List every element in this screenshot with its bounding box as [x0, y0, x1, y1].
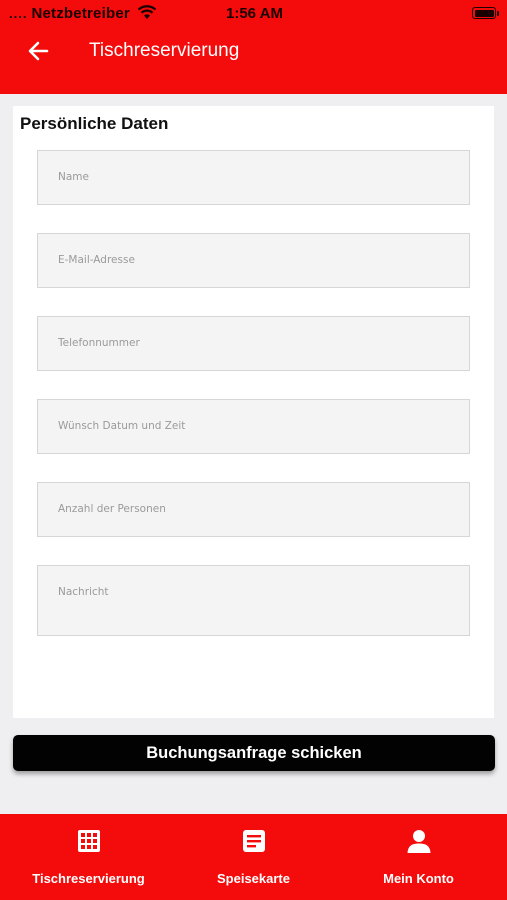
status-time: 1:56 AM	[226, 5, 283, 22]
signal-indicator: ....	[9, 6, 28, 21]
persons-count-field[interactable]: Anzahl der Personen	[37, 482, 470, 537]
persons-count-placeholder: Anzahl der Personen	[58, 503, 166, 515]
carrier-name: Netzbetreiber	[31, 5, 130, 22]
tab-label: Speisekarte	[217, 871, 290, 886]
date-time-field[interactable]: Wünsch Datum und Zeit	[37, 399, 470, 454]
grid-icon	[77, 830, 100, 852]
back-button[interactable]	[25, 38, 55, 64]
message-placeholder: Nachricht	[58, 586, 109, 598]
tab-label: Tischreservierung	[32, 871, 145, 886]
status-bar: .... Netzbetreiber 1:56 AM	[0, 0, 507, 26]
name-placeholder: Name	[58, 171, 89, 183]
date-time-placeholder: Wünsch Datum und Zeit	[58, 420, 186, 432]
wifi-icon	[137, 5, 157, 19]
arrow-left-icon	[28, 41, 49, 61]
phone-placeholder: Telefonnummer	[58, 337, 140, 349]
tab-label: Mein Konto	[383, 871, 454, 886]
section-title: Persönliche Daten	[20, 114, 169, 133]
carrier-info: .... Netzbetreiber	[9, 5, 130, 22]
tab-mein-konto[interactable]: Mein Konto	[334, 814, 503, 900]
name-field[interactable]: Name	[37, 150, 470, 205]
email-placeholder: E-Mail-Adresse	[58, 254, 135, 266]
menu-document-icon	[242, 830, 265, 852]
battery-icon	[472, 7, 499, 19]
bottom-tab-bar: Tischreservierung Speisekarte Mein Konto	[0, 814, 507, 900]
page-title: Tischreservierung	[89, 40, 240, 61]
tab-speisekarte[interactable]: Speisekarte	[169, 814, 338, 900]
person-icon	[407, 830, 430, 853]
phone-field[interactable]: Telefonnummer	[37, 316, 470, 371]
tab-tischreservierung[interactable]: Tischreservierung	[4, 814, 173, 900]
submit-booking-button[interactable]: Buchungsanfrage schicken	[13, 735, 495, 771]
email-field[interactable]: E-Mail-Adresse	[37, 233, 470, 288]
reservation-form-card: Persönliche Daten Name E-Mail-Adresse Te…	[13, 106, 494, 718]
top-bar: .... Netzbetreiber 1:56 AM Tischreservier…	[0, 0, 507, 94]
message-field[interactable]: Nachricht	[37, 565, 470, 636]
